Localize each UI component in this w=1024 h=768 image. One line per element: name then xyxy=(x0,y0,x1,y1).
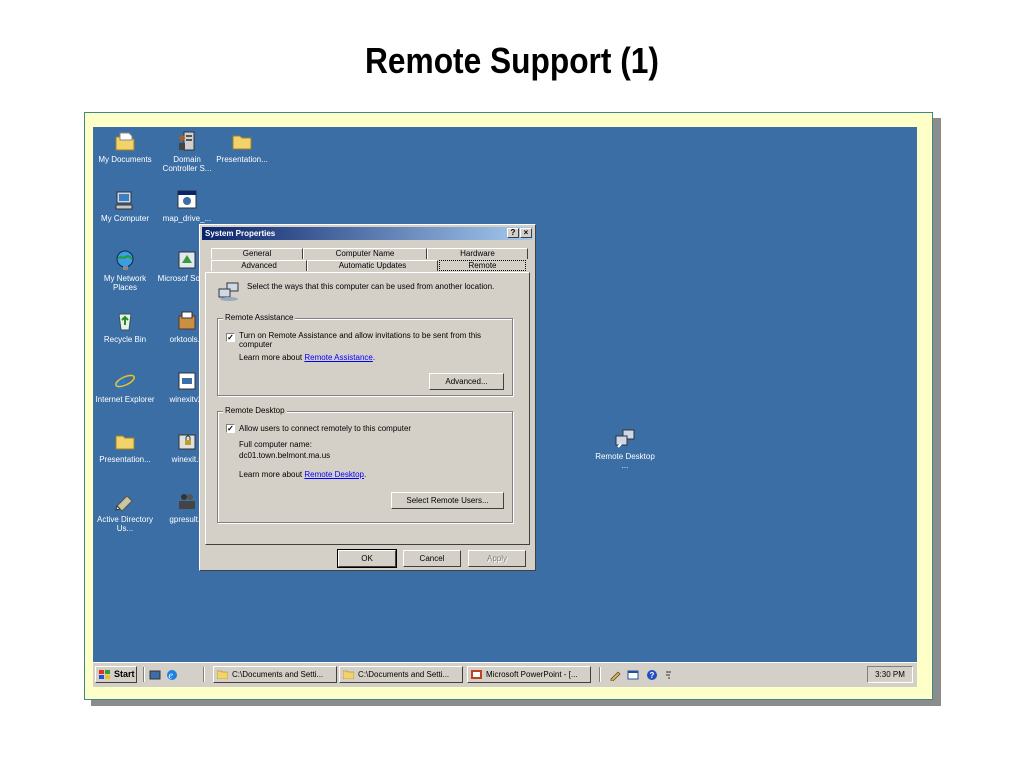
users-group-icon xyxy=(179,494,195,509)
desktop-icon-label: My Documents xyxy=(98,155,152,164)
internet-explorer-icon: e xyxy=(115,370,135,392)
folder-icon xyxy=(343,670,354,679)
internet-explorer-icon[interactable]: e xyxy=(166,669,178,681)
desktop-icon-label: My Network Places xyxy=(103,274,147,292)
taskbar-separator xyxy=(599,667,601,682)
installer-package-icon xyxy=(178,311,196,330)
desktop-icon-my-network-places[interactable]: My Network Places xyxy=(93,249,157,292)
remote-desktop-icon xyxy=(615,429,635,448)
remote-assistance-checkbox[interactable]: ✓ xyxy=(226,333,235,342)
tab-hardware[interactable]: Hardware xyxy=(427,248,528,259)
lock-key-icon xyxy=(178,434,196,450)
pencil-tool-icon[interactable] xyxy=(609,669,621,681)
remote-computers-icon xyxy=(218,282,239,301)
desktop-icon-label: My Computer xyxy=(100,214,149,223)
remote-intro-text: Select the ways that this computer can b… xyxy=(247,282,495,291)
show-desktop-icon[interactable] xyxy=(149,669,161,681)
ok-button[interactable]: OK xyxy=(337,549,397,568)
domain-controller-icon xyxy=(179,131,195,151)
start-label: Start xyxy=(114,669,135,679)
remote-desktop-group-label: Remote Desktop xyxy=(223,406,287,416)
desktop-icon-label: Presentation... xyxy=(216,155,268,164)
clock[interactable]: 3:30 PM xyxy=(867,666,913,683)
task-button-documents-1[interactable]: C:\Documents and Setti... xyxy=(213,666,337,683)
network-globe-icon xyxy=(116,250,134,270)
desktop-icon-map-drive[interactable]: map_drive_... xyxy=(155,189,219,223)
desktop-icon-label: Recycle Bin xyxy=(103,335,147,344)
tab-automatic-updates[interactable]: Automatic Updates xyxy=(307,260,438,271)
start-button[interactable]: Start xyxy=(95,666,137,683)
system-properties-dialog: System Properties ? × General Computer N… xyxy=(199,224,536,571)
remote-assistance-group: Remote Assistance ✓ Turn on Remote Assis… xyxy=(217,313,513,396)
desktop-icon-label: map_drive_... xyxy=(162,214,212,223)
task-label: C:\Documents and Setti... xyxy=(232,670,324,679)
remote-assistance-learn-more: Learn more about Remote Assistance. xyxy=(239,353,375,362)
close-button[interactable]: × xyxy=(520,228,532,238)
remote-desktop-checkbox[interactable]: ✓ xyxy=(226,424,235,433)
desktop-icon-active-directory[interactable]: Active Directory Us... xyxy=(93,490,157,533)
desktop-icon-label: Internet Explorer xyxy=(95,395,155,404)
tab-remote[interactable]: Remote xyxy=(439,260,526,271)
slide-title: Remote Support (1) xyxy=(365,40,659,81)
task-label: Microsoft PowerPoint - [... xyxy=(486,670,578,679)
desktop-icon-internet-explorer[interactable]: e Internet Explorer xyxy=(93,370,157,404)
svg-text:?: ? xyxy=(650,671,655,680)
remote-assistance-link[interactable]: Remote Assistance xyxy=(304,353,372,362)
folder-icon xyxy=(232,135,252,150)
network-tray-icon[interactable] xyxy=(663,669,675,681)
help-icon[interactable]: ? xyxy=(646,669,658,681)
full-computer-name-label: Full computer name: xyxy=(239,440,312,449)
taskbar-separator xyxy=(143,667,145,682)
desktop-icon-presentation-2[interactable]: Presentation... xyxy=(93,430,157,464)
window-icon[interactable] xyxy=(627,669,639,681)
tab-computer-name[interactable]: Computer Name xyxy=(303,248,427,259)
script-window-icon xyxy=(177,190,197,209)
desktop-icon-presentation-1[interactable]: Presentation... xyxy=(210,130,274,164)
desktop-icon-label: Presentation... xyxy=(99,455,151,464)
active-directory-icon xyxy=(115,495,133,512)
dialog-title-bar[interactable]: System Properties ? × xyxy=(202,227,533,240)
advanced-button[interactable]: Advanced... xyxy=(429,373,504,390)
desktop-icon-remote-desktop[interactable]: Remote Desktop ... xyxy=(593,427,657,470)
desktop-icon-recycle-bin[interactable]: Recycle Bin xyxy=(93,310,157,344)
my-computer-icon xyxy=(115,191,133,210)
task-label: C:\Documents and Setti... xyxy=(358,670,450,679)
desktop-icon-label: Active Directory Us... xyxy=(96,515,153,533)
remote-desktop-link[interactable]: Remote Desktop xyxy=(304,470,364,479)
my-documents-icon xyxy=(115,132,135,151)
folder-icon xyxy=(115,435,135,450)
learn-more-suffix: . xyxy=(363,470,367,479)
learn-more-prefix: Learn more about xyxy=(239,470,303,479)
cancel-button[interactable]: Cancel xyxy=(403,550,461,567)
powerpoint-icon xyxy=(471,670,482,679)
select-remote-users-button[interactable]: Select Remote Users... xyxy=(391,492,504,509)
remote-assistance-group-label: Remote Assistance xyxy=(223,313,296,323)
executable-window-icon xyxy=(178,372,196,390)
remote-desktop-learn-more: Learn more about Remote Desktop. xyxy=(239,470,366,479)
remote-assistance-checkbox-label: Turn on Remote Assistance and allow invi… xyxy=(239,331,482,349)
recycle-bin-icon xyxy=(118,313,132,331)
taskbar: Start e C:\Documents and Setti... C:\Doc… xyxy=(93,662,917,687)
desktop-icon-label: Remote Desktop ... xyxy=(595,452,655,470)
remote-desktop-group: Remote Desktop ✓ Allow users to connect … xyxy=(217,406,513,523)
windows-logo-icon xyxy=(99,670,110,679)
task-button-powerpoint[interactable]: Microsoft PowerPoint - [... xyxy=(467,666,591,683)
desktop-icon-my-documents[interactable]: My Documents xyxy=(93,130,157,164)
desktop-icon-my-computer[interactable]: My Computer xyxy=(93,189,157,223)
remote-desktop-checkbox-label: Allow users to connect remotely to this … xyxy=(239,424,412,433)
full-computer-name-value: dc01.town.belmont.ma.us xyxy=(239,451,331,460)
remote-tab-panel: Select the ways that this computer can b… xyxy=(205,272,530,545)
apply-button[interactable]: Apply xyxy=(468,550,526,567)
software-installer-icon xyxy=(178,251,196,269)
folder-icon xyxy=(217,670,228,679)
tab-general[interactable]: General xyxy=(211,248,303,259)
tab-advanced[interactable]: Advanced xyxy=(211,260,307,271)
help-button[interactable]: ? xyxy=(507,228,519,238)
dialog-title: System Properties xyxy=(205,229,276,238)
svg-text:e: e xyxy=(169,671,174,682)
task-button-documents-2[interactable]: C:\Documents and Setti... xyxy=(339,666,463,683)
learn-more-suffix: . xyxy=(372,353,376,362)
taskbar-separator xyxy=(203,667,205,682)
learn-more-prefix: Learn more about xyxy=(239,353,303,362)
